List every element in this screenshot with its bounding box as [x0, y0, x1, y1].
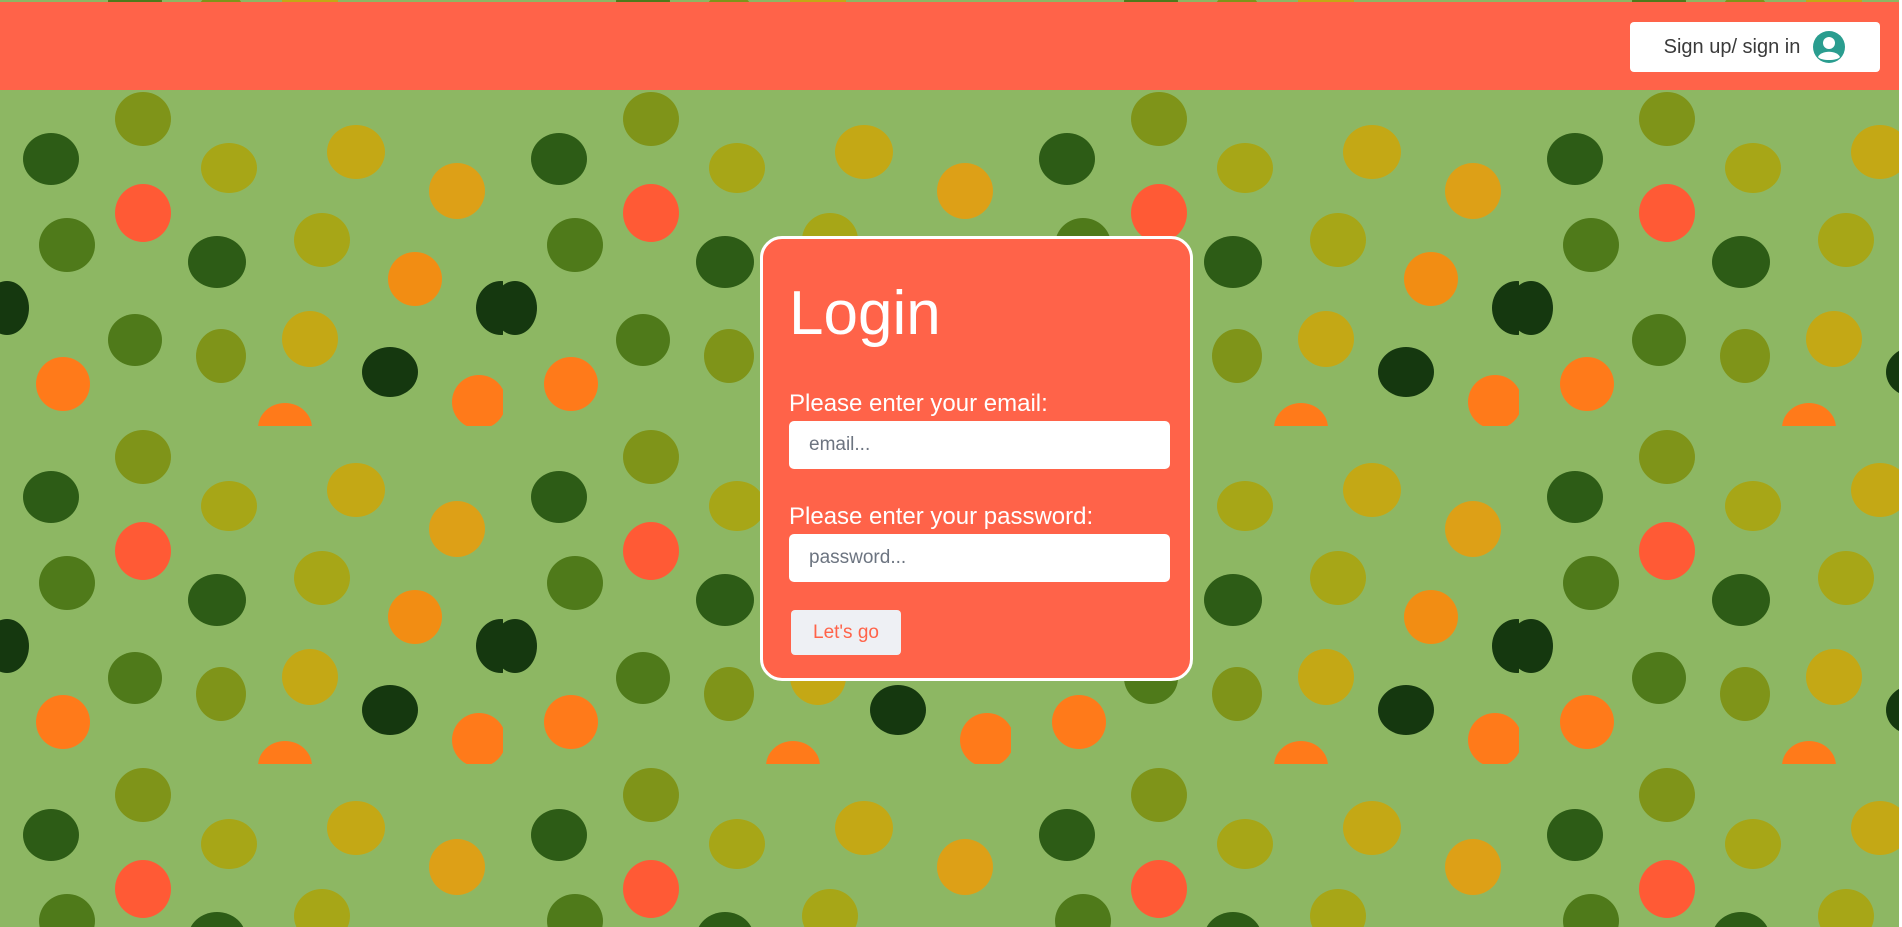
- page-frame: Sign up/ sign in Login Please enter your…: [0, 0, 1902, 927]
- email-label: Please enter your email:: [789, 390, 1048, 417]
- login-form-card: Login Please enter your email: Please en…: [760, 236, 1193, 681]
- lets-go-button[interactable]: Let's go: [791, 610, 901, 655]
- login-title: Login: [789, 279, 941, 348]
- top-navigation-bar: Sign up/ sign in: [0, 2, 1899, 90]
- sign-in-label: Sign up/ sign in: [1663, 35, 1801, 58]
- password-input[interactable]: [789, 534, 1170, 582]
- password-label: Please enter your password:: [789, 503, 1094, 530]
- user-circle-icon: [1813, 31, 1846, 63]
- email-input[interactable]: [789, 421, 1170, 469]
- sign-up-sign-in-button[interactable]: Sign up/ sign in: [1630, 22, 1880, 72]
